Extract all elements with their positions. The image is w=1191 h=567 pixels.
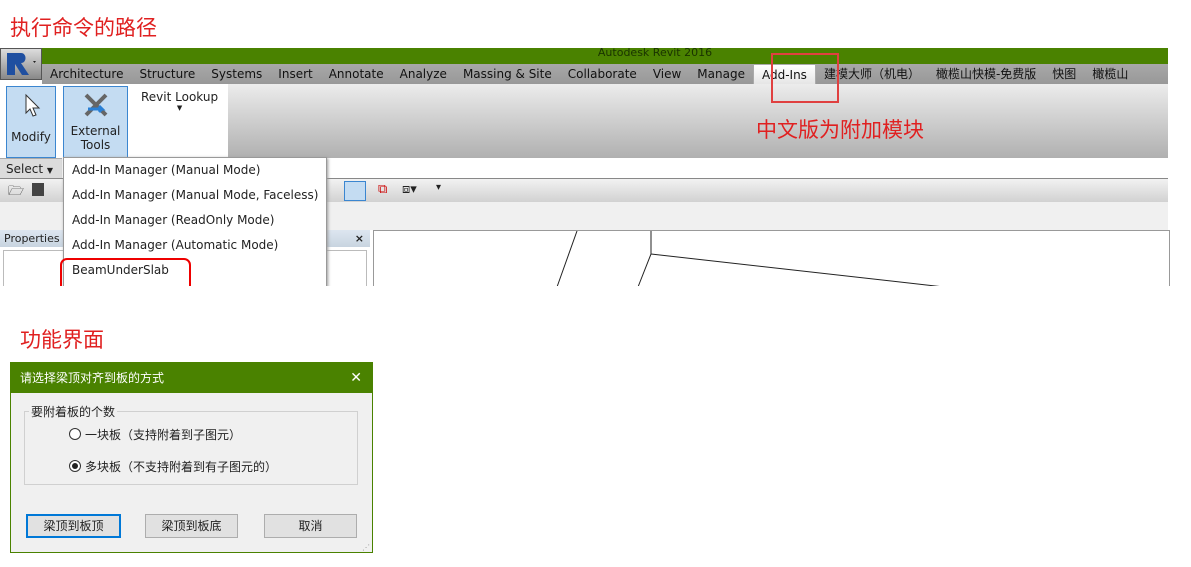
resize-grip-icon[interactable]: ⋰	[362, 543, 370, 552]
tab-9[interactable]: Manage	[689, 64, 753, 84]
revit-lookup-button[interactable]: Revit Lookup ▼	[141, 90, 218, 112]
modify-label: Modify	[11, 130, 51, 144]
option-label: 一块板（支持附着到子图元）	[85, 428, 242, 442]
close-icon[interactable]: ✕	[350, 363, 362, 393]
ribbon: Modify External Tools Revit Lookup ▼ 中文版为…	[0, 84, 1168, 158]
tab-12[interactable]: 橄榄山快模-免费版	[928, 64, 1044, 84]
revit-lookup-label: Revit Lookup	[141, 90, 219, 104]
title-bar: Autodesk Revit 2016	[42, 46, 1168, 64]
window-title: Autodesk Revit 2016	[597, 46, 713, 59]
select-label: Select	[6, 162, 44, 176]
external-label: External	[70, 124, 121, 138]
tab-14[interactable]: 橄榄山	[1084, 64, 1136, 84]
properties-title: Properties	[4, 232, 60, 245]
beam-top-to-slab-top-button[interactable]: 梁顶到板顶	[26, 514, 121, 538]
dropdown-arrow-icon: ▼	[176, 104, 183, 112]
tab-2[interactable]: Systems	[203, 64, 270, 84]
close-icon[interactable]: ×	[355, 230, 364, 247]
model-lines	[556, 230, 945, 288]
menu-item[interactable]: Add-In Manager (Manual Mode)	[64, 158, 326, 183]
external-tools-button[interactable]: External Tools	[63, 86, 128, 158]
radio-option-multiple[interactable]: 多块板（不支持附着到有子图元的）	[69, 458, 277, 475]
tab-8[interactable]: View	[645, 64, 689, 84]
tab-7[interactable]: Collaborate	[560, 64, 645, 84]
tab-4[interactable]: Annotate	[321, 64, 392, 84]
tab-5[interactable]: Analyze	[392, 64, 455, 84]
application-menu-button[interactable]	[0, 48, 42, 80]
customize-toolbar-icon[interactable]: ▾	[436, 182, 441, 193]
dialog-titlebar: 请选择梁顶对齐到板的方式 ✕	[11, 363, 372, 393]
dropdown-arrow-icon: ▼	[46, 166, 54, 175]
switch-windows-icon[interactable]: ⧈▾	[402, 182, 417, 197]
open-icon[interactable]: 🗁	[8, 182, 24, 204]
plate-count-group: 要附着板的个数 一块板（支持附着到子图元） 多块板（不支持附着到有子图元的）	[24, 403, 358, 485]
tab-13[interactable]: 快图	[1044, 64, 1084, 84]
dialog-title: 请选择梁顶对齐到板的方式	[20, 371, 165, 385]
thin-lines-icon[interactable]	[344, 181, 366, 201]
beam-align-dialog: 请选择梁顶对齐到板的方式 ✕ 要附着板的个数 一块板（支持附着到子图元） 多块板…	[10, 362, 373, 553]
menu-item[interactable]: Add-In Manager (ReadOnly Mode)	[64, 208, 326, 233]
tab-6[interactable]: Massing & Site	[455, 64, 560, 84]
radio-icon[interactable]	[69, 460, 81, 472]
tools-icon	[84, 93, 107, 117]
add-ins-highlight	[771, 53, 839, 103]
beam-top-to-slab-bottom-button[interactable]: 梁顶到板底	[145, 514, 238, 538]
modify-button[interactable]: Modify	[6, 86, 56, 158]
3d-viewport[interactable]	[373, 230, 1170, 291]
select-panel-button[interactable]: Select ▼	[0, 158, 62, 178]
menu-item[interactable]: Add-In Manager (Automatic Mode)	[64, 233, 326, 258]
annotation-text: 中文版为附加模块	[756, 118, 924, 142]
tab-3[interactable]: Insert	[270, 64, 320, 84]
cursor-arrow-icon	[25, 93, 41, 117]
radio-icon[interactable]	[69, 428, 81, 440]
radio-option-single[interactable]: 一块板（支持附着到子图元）	[69, 426, 241, 443]
group-label: 要附着板的个数	[29, 403, 118, 420]
save-icon[interactable]	[32, 183, 44, 196]
heading-path: 执行命令的路径	[10, 16, 157, 40]
ribbon-tabs: Architecture Structure Systems Insert Annota…	[42, 63, 1168, 85]
option-label: 多块板（不支持附着到有子图元的）	[85, 460, 278, 474]
heading-ui: 功能界面	[20, 328, 104, 352]
tab-1[interactable]: Structure	[131, 64, 203, 84]
menu-item[interactable]: Add-In Manager (Manual Mode, Faceless)	[64, 183, 326, 208]
tab-0[interactable]: Architecture	[42, 64, 131, 84]
tools-label: Tools	[80, 138, 111, 152]
revit-logo-icon	[7, 53, 36, 75]
close-hidden-windows-icon[interactable]: ⧉	[378, 182, 387, 197]
cancel-button[interactable]: 取消	[264, 514, 357, 538]
